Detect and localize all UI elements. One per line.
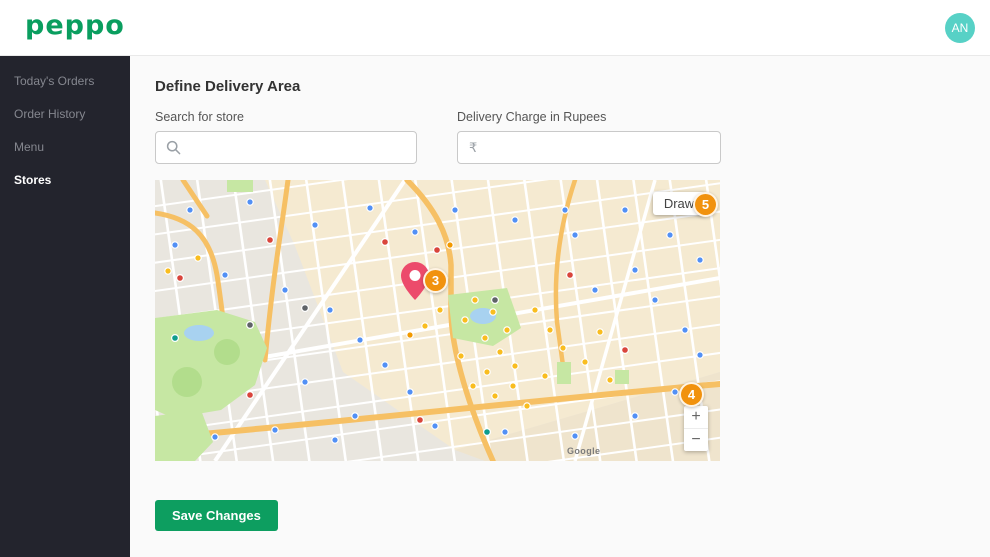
sidebar-item-order-history[interactable]: Order History bbox=[0, 98, 130, 131]
top-header: peppo AN bbox=[0, 0, 990, 56]
zoom-out-button[interactable]: − bbox=[684, 428, 708, 451]
delivery-area-map[interactable]: 3 Draw 5 + − 4 Google bbox=[155, 180, 720, 461]
map-tiles bbox=[155, 180, 720, 461]
zoom-in-button[interactable]: + bbox=[684, 406, 708, 428]
search-store-input[interactable] bbox=[189, 139, 416, 156]
tutorial-step-badge-5: 5 bbox=[693, 192, 718, 217]
delivery-charge-label: Delivery Charge in Rupees bbox=[457, 110, 606, 124]
search-icon bbox=[166, 140, 181, 155]
sidebar-item-todays-orders[interactable]: Today's Orders bbox=[0, 65, 130, 98]
tutorial-step-badge-3: 3 bbox=[423, 268, 448, 293]
main-content: Define Delivery Area Search for store De… bbox=[130, 56, 990, 557]
sidebar-nav: Today's Orders Order History Menu Stores bbox=[0, 56, 130, 557]
save-changes-button[interactable]: Save Changes bbox=[155, 500, 278, 531]
delivery-charge-input[interactable] bbox=[458, 139, 720, 156]
search-store-field bbox=[155, 131, 417, 164]
user-avatar[interactable]: AN bbox=[945, 13, 975, 43]
tutorial-step-badge-4: 4 bbox=[679, 382, 704, 407]
google-watermark: Google bbox=[567, 446, 600, 456]
peppo-logo: peppo bbox=[25, 10, 125, 41]
page-title: Define Delivery Area bbox=[155, 78, 300, 95]
search-store-label: Search for store bbox=[155, 110, 244, 124]
sidebar-item-menu[interactable]: Menu bbox=[0, 131, 130, 164]
sidebar-item-stores[interactable]: Stores bbox=[0, 164, 130, 197]
map-zoom-control: + − bbox=[684, 406, 708, 451]
delivery-charge-field bbox=[457, 131, 721, 164]
